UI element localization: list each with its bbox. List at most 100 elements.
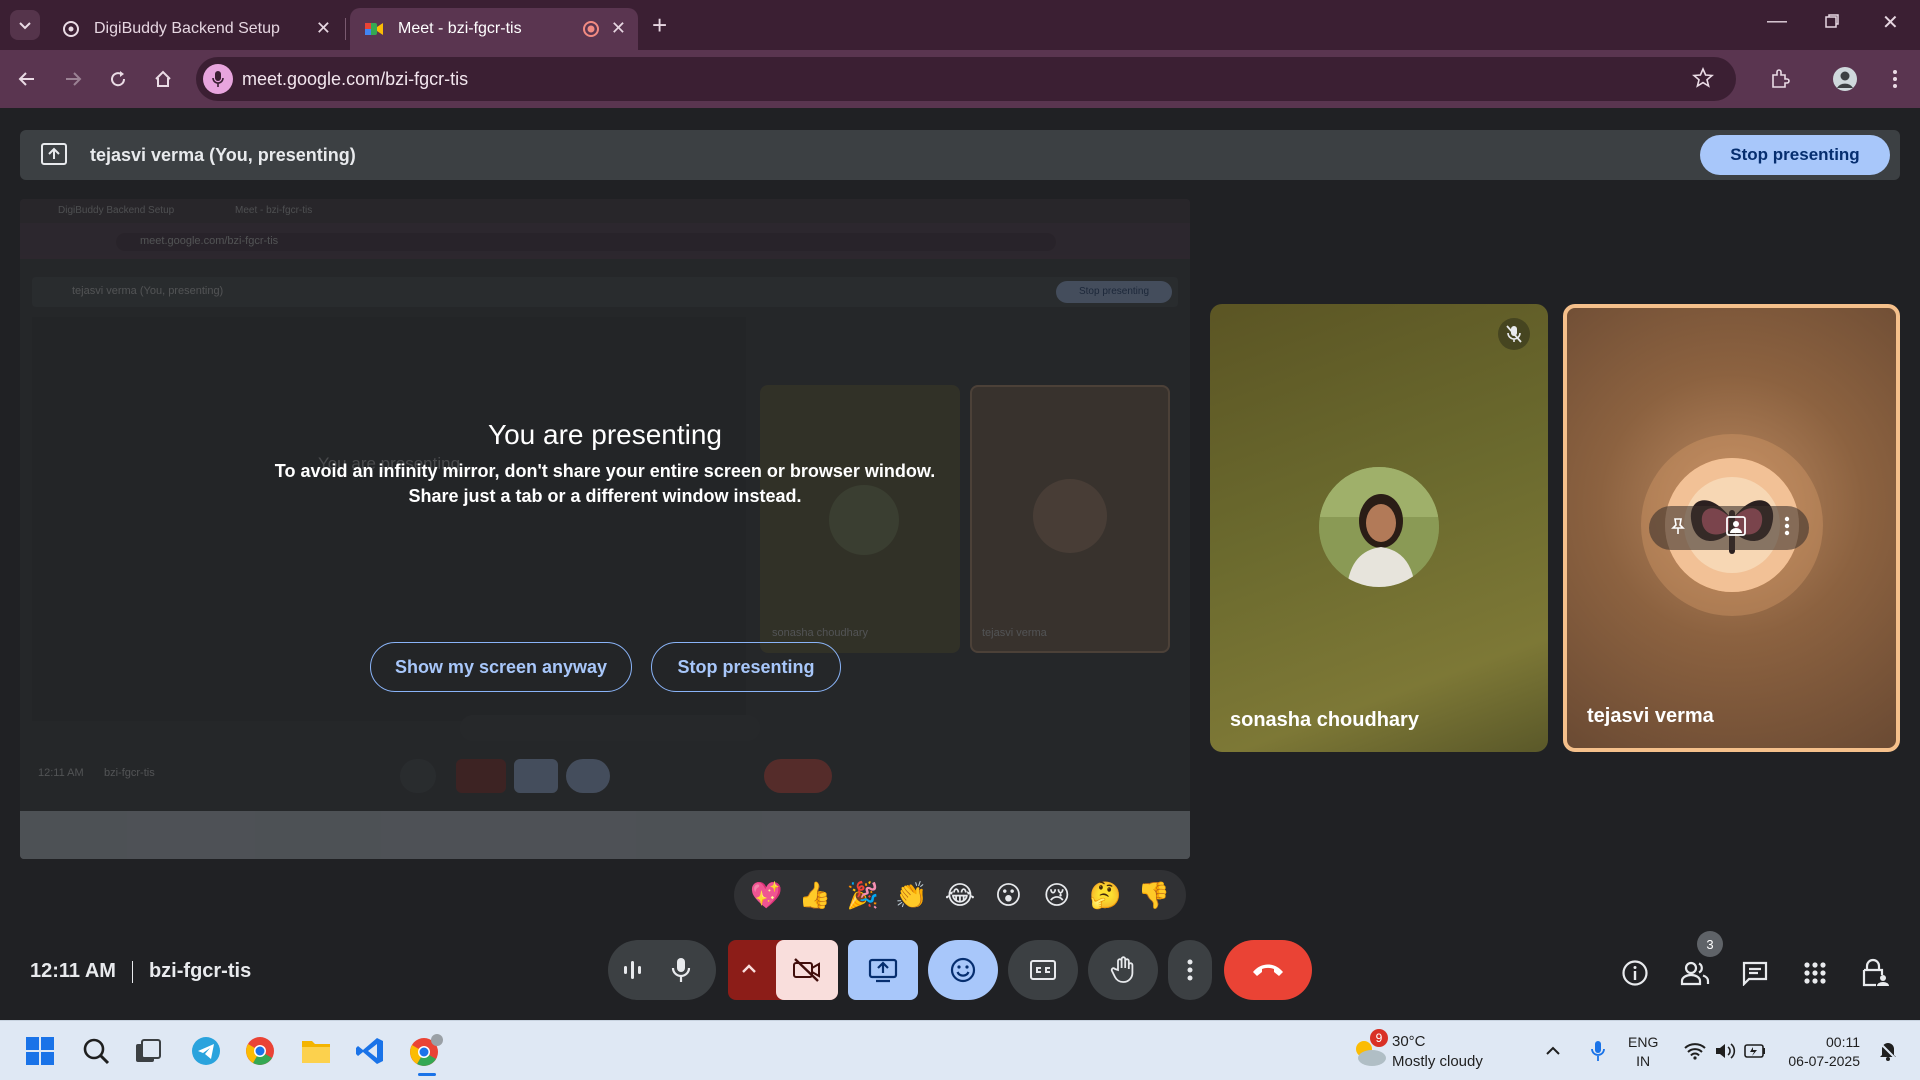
clock-date: 06-07-2025 (1788, 1053, 1860, 1069)
tab-divider (345, 18, 346, 40)
raise-hand-button[interactable] (1088, 940, 1158, 1000)
volume-icon[interactable] (1712, 1033, 1738, 1069)
camera-off-icon (793, 958, 820, 982)
show-hidden-icons-chevron-icon[interactable] (1543, 1033, 1563, 1069)
file-explorer-icon[interactable] (298, 1033, 334, 1069)
weather-condition: Mostly cloudy (1392, 1053, 1483, 1070)
presenting-title: You are presenting (487, 419, 723, 450)
emoji-icon (950, 957, 976, 983)
more-options-icon[interactable] (1784, 516, 1790, 541)
microphone-tray-icon[interactable] (1586, 1033, 1610, 1069)
meet-page: tejasvi verma (You, presenting) Stop pre… (0, 108, 1920, 1020)
minimize-icon[interactable]: — (1767, 10, 1787, 33)
clock[interactable]: 00:11 06-07-2025 (1786, 1033, 1860, 1071)
present-now-button[interactable] (848, 940, 918, 1000)
clock-time: 00:11 (1826, 1034, 1860, 1050)
send-reaction-button[interactable] (928, 940, 998, 1000)
participant-tile-sonasha[interactable]: sonasha choudhary (1210, 304, 1548, 752)
audio-levels-icon[interactable] (622, 958, 644, 987)
people-button[interactable] (1675, 953, 1715, 993)
reactions-bar: 💖 👍 🎉 👏 😂 😮 😢 🤔 👎 (734, 870, 1186, 920)
captions-button[interactable] (1008, 940, 1078, 1000)
browser-menu-icon[interactable] (1880, 64, 1910, 94)
chrome-active-icon[interactable] (408, 1033, 444, 1069)
close-tab-icon[interactable]: ✕ (316, 18, 331, 39)
tab-digibuddy[interactable]: DigiBuddy Backend Setup ✕ (48, 8, 343, 50)
address-bar[interactable]: meet.google.com/bzi-fgcr-tis (196, 57, 1736, 101)
reaction-clap[interactable]: 👏 (890, 873, 934, 917)
reload-icon[interactable] (103, 64, 133, 94)
chrome-icon[interactable] (242, 1033, 278, 1069)
browser-tab-strip: DigiBuddy Backend Setup ✕ Meet - bzi-fgc… (0, 0, 1920, 50)
reaction-thinking[interactable]: 🤔 (1083, 873, 1127, 917)
frame-person-icon[interactable] (1725, 515, 1747, 542)
meeting-code: bzi-fgcr-tis (148, 960, 252, 982)
hand-icon (1110, 956, 1134, 983)
presenting-label: tejasvi verma (You, presenting) (90, 145, 356, 165)
restore-icon[interactable] (1824, 12, 1840, 35)
notifications-icon[interactable] (1874, 1033, 1902, 1069)
screen-share-preview: DigiBuddy Backend Setup Meet - bzi-fgcr-… (20, 199, 1190, 859)
mic-off-icon (1498, 318, 1530, 350)
reaction-thumbs-up[interactable]: 👍 (793, 873, 837, 917)
more-options-button[interactable] (1168, 940, 1212, 1000)
reaction-sad[interactable]: 😢 (1035, 873, 1079, 917)
microphone-button[interactable] (670, 956, 692, 989)
pin-icon[interactable] (1668, 516, 1688, 541)
stop-presenting-button[interactable]: Stop presenting (1700, 135, 1890, 175)
reaction-surprised[interactable]: 😮 (986, 873, 1030, 917)
captions-icon (1030, 960, 1056, 980)
close-tab-icon[interactable]: ✕ (611, 18, 626, 39)
reaction-heart[interactable]: 💖 (744, 873, 788, 917)
reaction-party[interactable]: 🎉 (841, 873, 885, 917)
tab-meet[interactable]: Meet - bzi-fgcr-tis ✕ (350, 8, 638, 50)
camera-off-button[interactable] (776, 940, 838, 1000)
wifi-icon[interactable] (1682, 1033, 1708, 1069)
leave-call-button[interactable] (1224, 940, 1312, 1000)
lock-person-icon (1862, 958, 1889, 987)
input-language[interactable]: ENG IN (1628, 1033, 1658, 1071)
home-icon[interactable] (148, 64, 178, 94)
meeting-info: 12:11 AM bzi-fgcr-tis (30, 960, 251, 983)
participant-name: sonasha choudhary (1230, 709, 1419, 731)
search-icon[interactable] (78, 1033, 114, 1069)
weather-alert-badge: 9 (1370, 1029, 1388, 1047)
forward-arrow-icon[interactable] (58, 64, 88, 94)
tab-title: Meet - bzi-fgcr-tis (398, 20, 522, 37)
participant-name: tejasvi verma (1587, 705, 1714, 727)
activities-button[interactable] (1795, 953, 1835, 993)
chat-button[interactable] (1735, 953, 1775, 993)
avatar (1319, 467, 1439, 587)
info-icon (1622, 960, 1648, 986)
weather-widget[interactable]: 9 30°C Mostly cloudy (1350, 1029, 1510, 1073)
end-call-icon (1253, 964, 1283, 976)
vscode-icon[interactable] (352, 1033, 388, 1069)
stop-presenting-overlay-button[interactable]: Stop presenting (651, 642, 841, 692)
tile-hover-actions (1649, 506, 1809, 550)
host-controls-button[interactable] (1855, 953, 1895, 993)
bookmark-star-icon[interactable] (1692, 66, 1714, 94)
camera-controls (728, 940, 838, 1000)
camera-options-chevron-icon[interactable] (740, 960, 758, 983)
meeting-details-button[interactable] (1615, 953, 1655, 993)
reaction-thumbs-down[interactable]: 👎 (1132, 873, 1176, 917)
show-screen-anyway-button[interactable]: Show my screen anyway (370, 642, 632, 692)
battery-icon[interactable] (1742, 1033, 1768, 1069)
language-code: ENG (1628, 1034, 1659, 1050)
task-view-icon[interactable] (130, 1033, 166, 1069)
close-window-icon[interactable]: ✕ (1882, 10, 1899, 35)
reaction-laugh[interactable]: 😂 (938, 873, 982, 917)
tab-title: DigiBuddy Backend Setup (94, 20, 280, 37)
tab-search-button[interactable] (10, 10, 40, 40)
back-arrow-icon[interactable] (12, 64, 42, 94)
telegram-icon[interactable] (188, 1033, 224, 1069)
new-tab-button[interactable]: + (652, 10, 667, 41)
windows-taskbar: 9 30°C Mostly cloudy ENG IN 00:11 06-07-… (0, 1020, 1920, 1080)
microphone-in-use-icon[interactable] (203, 64, 233, 94)
windows-start-icon[interactable] (22, 1033, 58, 1069)
extensions-icon[interactable] (1765, 64, 1795, 94)
profile-avatar[interactable] (1830, 64, 1860, 94)
participant-tile-tejasvi[interactable]: tejasvi verma (1563, 304, 1900, 752)
meeting-time: 12:11 AM (30, 960, 116, 982)
more-vert-icon (1187, 959, 1193, 981)
